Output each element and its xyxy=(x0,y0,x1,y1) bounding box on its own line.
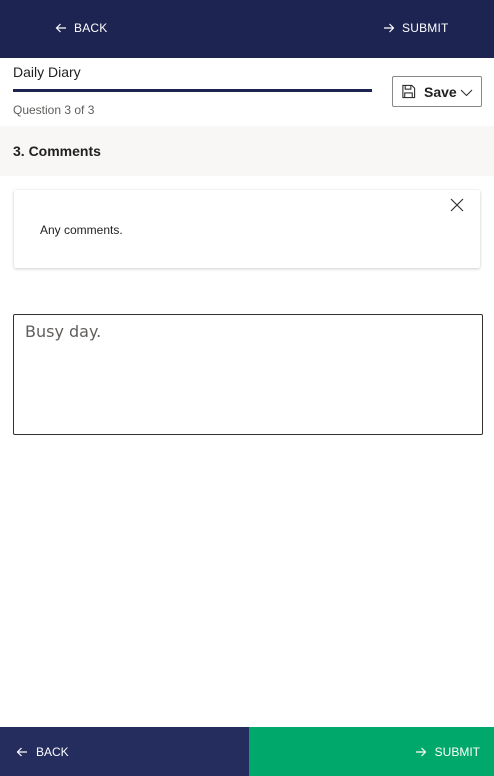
bottom-submit-label: SUBMIT xyxy=(434,744,480,759)
top-submit-label: SUBMIT xyxy=(402,21,449,35)
comments-textarea[interactable]: Busy day. xyxy=(13,314,483,435)
question-prompt-text: Any comments. xyxy=(40,223,123,237)
save-label: Save xyxy=(424,83,457,100)
question-count: Question 3 of 3 xyxy=(13,103,95,117)
floppy-disk-icon xyxy=(402,84,416,99)
save-button[interactable]: Save xyxy=(392,76,482,107)
bottom-submit-button[interactable]: SUBMIT xyxy=(249,727,494,776)
top-nav-bar: BACK SUBMIT xyxy=(0,0,494,58)
progress-bar-fill xyxy=(13,89,372,92)
question-prompt-card: Any comments. xyxy=(14,190,480,268)
progress-bar xyxy=(13,89,372,92)
section-header: 3. Comments xyxy=(0,126,494,176)
form-title: Daily Diary xyxy=(13,64,81,80)
arrow-left-icon xyxy=(55,23,66,33)
bottom-back-label: BACK xyxy=(36,744,69,759)
top-back-button[interactable]: BACK xyxy=(55,20,107,36)
arrow-right-icon xyxy=(415,747,427,756)
top-submit-button[interactable]: SUBMIT xyxy=(383,20,449,36)
close-icon[interactable] xyxy=(450,198,464,212)
section-title: 3. Comments xyxy=(13,143,101,159)
arrow-right-icon xyxy=(384,23,395,33)
top-back-label: BACK xyxy=(74,21,108,35)
chevron-down-icon[interactable] xyxy=(460,86,473,99)
arrow-left-icon xyxy=(16,747,27,756)
bottom-back-button[interactable]: BACK xyxy=(0,727,249,776)
